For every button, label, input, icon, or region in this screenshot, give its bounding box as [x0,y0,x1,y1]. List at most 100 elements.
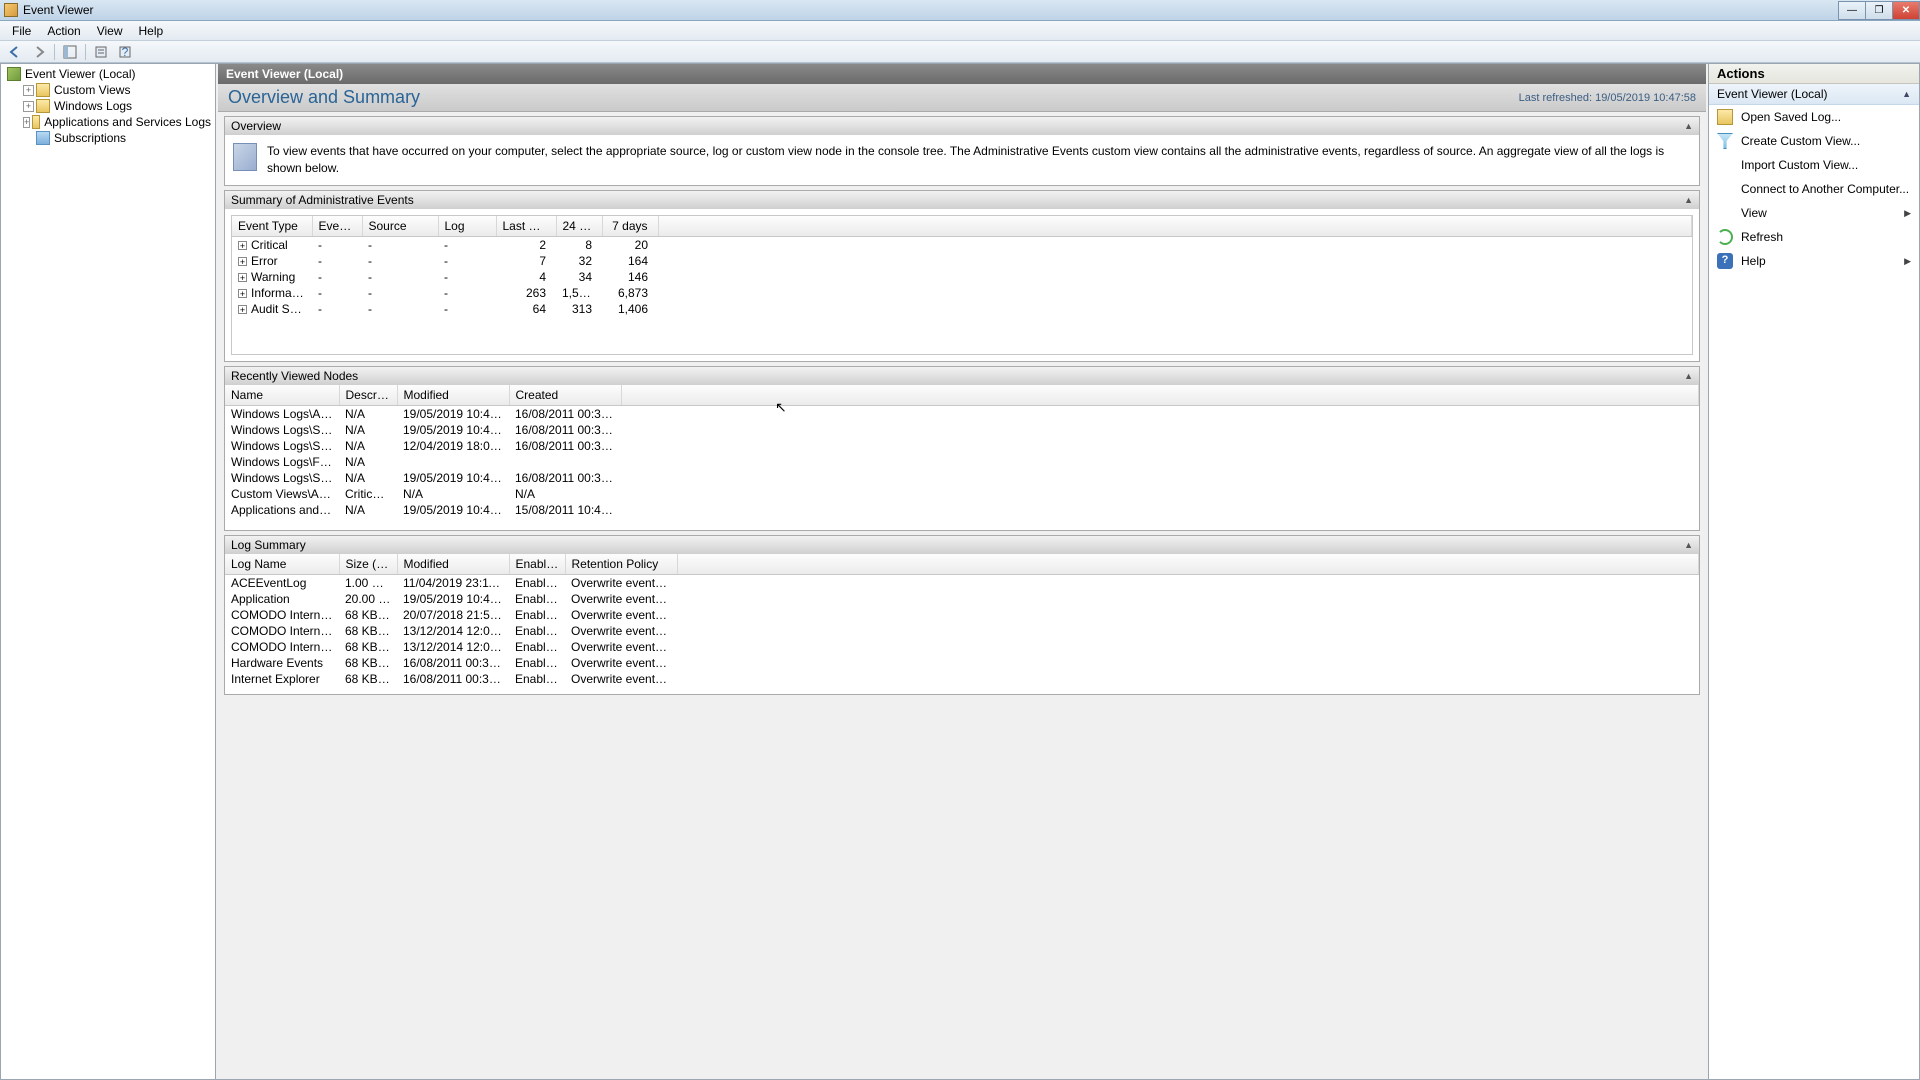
last-refreshed: Last refreshed: 19/05/2019 10:47:58 [1519,92,1696,104]
tree-custom-views[interactable]: + Custom Views [19,82,215,98]
col-modified[interactable]: Modified [397,554,509,575]
tree-root-label: Event Viewer (Local) [25,67,136,81]
table-row[interactable]: Application20.00 M...19/05/2019 10:47:18… [225,591,1699,607]
tree-root-event-viewer[interactable]: Event Viewer (Local) [3,66,215,82]
action-label: Open Saved Log... [1741,110,1841,124]
expand-icon[interactable]: + [23,101,34,112]
collapse-icon[interactable]: ▲ [1684,371,1693,381]
maximize-button[interactable]: ❐ [1865,1,1893,20]
menu-view[interactable]: View [89,22,131,40]
tree-windows-logs[interactable]: + Windows Logs [19,98,215,114]
col-log[interactable]: Log [438,216,496,237]
col-retention[interactable]: Retention Policy [565,554,677,575]
table-row[interactable]: Windows Logs\SetupN/A12/04/2019 18:03:23… [225,438,1699,454]
log-summary-header[interactable]: Log Summary ▲ [225,536,1699,554]
table-header-row[interactable]: Name Descrip... Modified Created [225,385,1699,406]
table-row[interactable]: +Information---2631,5306,873 [232,285,1692,301]
subscription-icon [36,131,50,145]
col-name[interactable]: Name [225,385,339,406]
col-enabled[interactable]: Enabled [509,554,565,575]
col-event-type[interactable]: Event Type [232,216,312,237]
table-row[interactable]: ACEEventLog1.00 MB...11/04/2019 23:11:43… [225,574,1699,591]
properties-button[interactable] [90,42,112,62]
table-row[interactable]: Hardware Events68 KB/2...16/08/2011 00:3… [225,655,1699,671]
table-row[interactable]: Windows Logs\For...N/A [225,454,1699,470]
col-created[interactable]: Created [509,385,621,406]
action-refresh[interactable]: Refresh [1709,225,1919,249]
col-last-hour[interactable]: Last hour [496,216,556,237]
help-button[interactable]: ? [114,42,136,62]
action-open-saved-log[interactable]: Open Saved Log... [1709,105,1919,129]
close-button[interactable]: ✕ [1892,1,1920,20]
collapse-icon[interactable]: ▲ [1684,121,1693,131]
col-event-id[interactable]: Event I... [312,216,362,237]
tree-app-services-logs[interactable]: + Applications and Services Logs [19,114,215,130]
col-7-days[interactable]: 7 days [602,216,658,237]
table-row[interactable]: +Error---732164 [232,253,1692,269]
recent-nodes-section: Recently Viewed Nodes ▲ Name Descrip... … [224,366,1700,531]
help-icon: ? [1717,253,1733,269]
tree-label: Subscriptions [54,131,126,145]
expand-icon[interactable]: + [238,257,247,266]
minimize-button[interactable]: — [1838,1,1866,20]
import-icon [1717,157,1733,173]
log-summary-table[interactable]: Log Name Size (Cu... Modified Enabled Re… [225,554,1699,687]
collapse-icon[interactable]: ▲ [1902,89,1911,99]
action-label: Help [1741,254,1766,268]
section-title: Summary of Administrative Events [231,193,414,207]
console-tree[interactable]: Event Viewer (Local) + Custom Views + Wi… [0,63,216,1080]
table-row[interactable]: Windows Logs\App...N/A19/05/2019 10:47:1… [225,405,1699,422]
expand-icon[interactable]: + [238,273,247,282]
table-header-row[interactable]: Event Type Event I... Source Log Last ho… [232,216,1692,237]
admin-summary-table[interactable]: Event Type Event I... Source Log Last ho… [232,216,1692,317]
collapse-icon[interactable]: ▲ [1684,195,1693,205]
table-row[interactable]: Windows Logs\Secu...N/A19/05/2019 10:47:… [225,422,1699,438]
col-size[interactable]: Size (Cu... [339,554,397,575]
action-label: Refresh [1741,230,1783,244]
action-label: Connect to Another Computer... [1741,182,1909,196]
action-help[interactable]: ? Help ▶ [1709,249,1919,273]
svg-text:?: ? [122,45,129,59]
expand-icon[interactable]: + [238,289,247,298]
action-connect-computer[interactable]: Connect to Another Computer... [1709,177,1919,201]
tree-subscriptions[interactable]: Subscriptions [19,130,215,146]
admin-summary-header[interactable]: Summary of Administrative Events ▲ [225,191,1699,209]
action-import-custom-view[interactable]: Import Custom View... [1709,153,1919,177]
overview-icon [233,143,257,171]
back-button[interactable] [4,42,26,62]
actions-subheader[interactable]: Event Viewer (Local) ▲ [1709,84,1919,105]
col-log-name[interactable]: Log Name [225,554,339,575]
table-row[interactable]: COMODO Internet S...68 KB/1...13/12/2014… [225,623,1699,639]
expand-icon[interactable]: + [23,85,34,96]
action-view[interactable]: View ▶ [1709,201,1919,225]
recent-nodes-header[interactable]: Recently Viewed Nodes ▲ [225,367,1699,385]
menu-action[interactable]: Action [39,22,88,40]
table-row[interactable]: Custom Views\Adm...Critical, ...N/AN/A [225,486,1699,502]
app-icon [4,3,18,17]
recent-nodes-table[interactable]: Name Descrip... Modified Created Windows… [225,385,1699,518]
table-row[interactable]: Applications and Se...N/A19/05/2019 10:4… [225,502,1699,518]
table-row[interactable]: Windows Logs\Syst...N/A19/05/2019 10:47:… [225,470,1699,486]
action-create-custom-view[interactable]: Create Custom View... [1709,129,1919,153]
col-source[interactable]: Source [362,216,438,237]
menu-help[interactable]: Help [131,22,172,40]
col-description[interactable]: Descrip... [339,385,397,406]
table-row[interactable]: +Critical---2820 [232,236,1692,253]
expand-icon[interactable]: + [238,305,247,314]
col-24-hours[interactable]: 24 hours [556,216,602,237]
col-modified[interactable]: Modified [397,385,509,406]
table-row[interactable]: Internet Explorer68 KB/1...16/08/2011 00… [225,671,1699,687]
table-row[interactable]: +Warning---434146 [232,269,1692,285]
forward-button[interactable] [28,42,50,62]
summary-title-bar: Overview and Summary Last refreshed: 19/… [218,84,1706,112]
table-header-row[interactable]: Log Name Size (Cu... Modified Enabled Re… [225,554,1699,575]
expand-icon[interactable]: + [238,241,247,250]
menu-file[interactable]: File [4,22,39,40]
table-row[interactable]: +Audit Succ...---643131,406 [232,301,1692,317]
overview-header[interactable]: Overview ▲ [225,117,1699,135]
expand-icon[interactable]: + [23,117,30,128]
table-row[interactable]: COMODO Internet S...68 KB/1...13/12/2014… [225,639,1699,655]
show-hide-tree-button[interactable] [59,42,81,62]
collapse-icon[interactable]: ▲ [1684,540,1693,550]
table-row[interactable]: COMODO Internet S...68 KB/1...20/07/2018… [225,607,1699,623]
